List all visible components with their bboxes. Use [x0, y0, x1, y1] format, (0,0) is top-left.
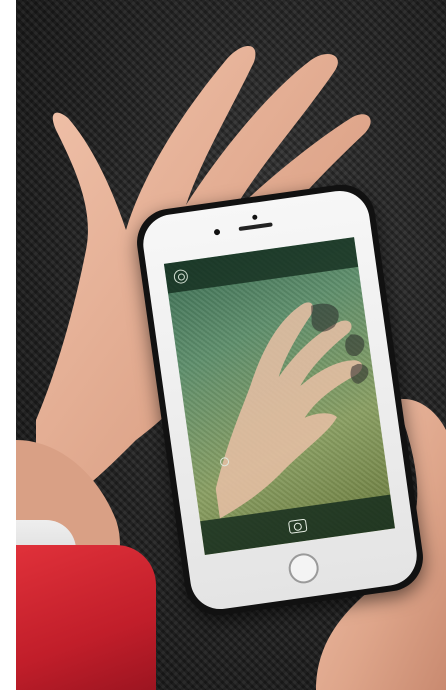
- sensor-icon: [213, 228, 221, 236]
- front-camera-icon: [251, 214, 258, 221]
- red-sleeve: [16, 545, 156, 690]
- home-button[interactable]: [286, 551, 321, 586]
- camera-screen[interactable]: [163, 237, 395, 555]
- camera-shutter-icon[interactable]: [287, 518, 308, 534]
- earpiece: [238, 222, 273, 232]
- settings-icon[interactable]: [172, 268, 189, 285]
